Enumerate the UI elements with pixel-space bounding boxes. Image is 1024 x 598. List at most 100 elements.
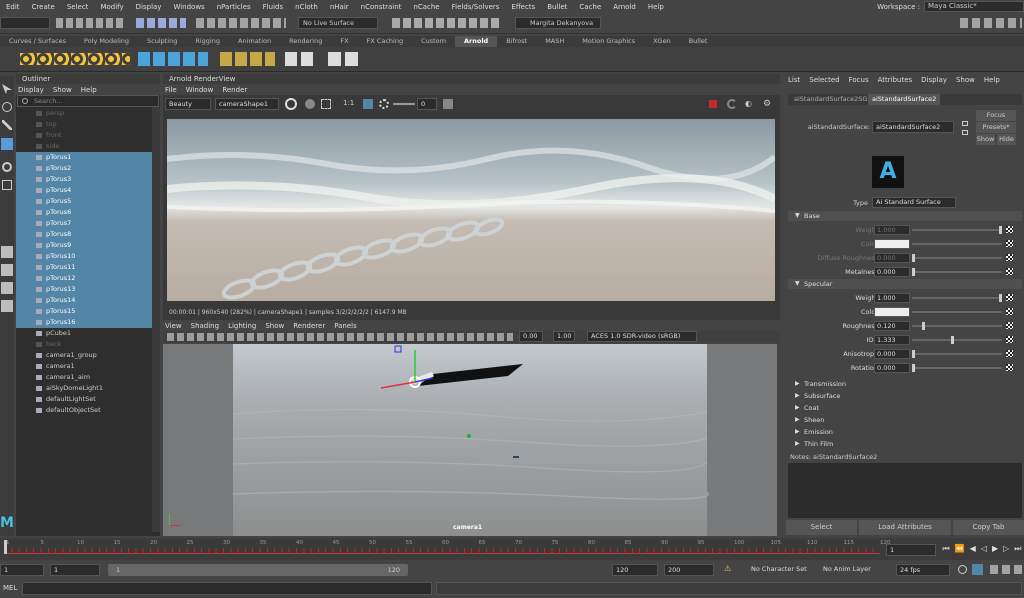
- shelf-tab[interactable]: FX Caching: [358, 36, 413, 47]
- lasso-tool-icon[interactable]: [2, 102, 12, 112]
- focus-button[interactable]: Focus: [976, 110, 1016, 121]
- slider-handle[interactable]: [912, 364, 915, 372]
- stop-render-icon[interactable]: [709, 100, 717, 108]
- outliner-item[interactable]: pTorus2: [16, 163, 152, 174]
- map-button-icon[interactable]: [1006, 336, 1013, 343]
- file-icons[interactable]: [56, 18, 126, 28]
- panel-menu-item[interactable]: Show: [265, 322, 284, 330]
- outliner-item[interactable]: defaultObjectSet: [16, 405, 152, 416]
- menu-item[interactable]: nParticles: [211, 3, 257, 11]
- menu-item[interactable]: Arnold: [607, 3, 642, 11]
- play-icon[interactable]: ▶: [992, 544, 998, 554]
- type-dropdown[interactable]: Ai Standard Surface: [872, 197, 956, 208]
- paint-tool-icon[interactable]: [2, 120, 12, 130]
- rotate-tool-icon[interactable]: [2, 162, 12, 172]
- attribute-slider[interactable]: [912, 311, 1002, 313]
- outliner-item[interactable]: camera1: [16, 361, 152, 372]
- map-button-icon[interactable]: [1006, 322, 1013, 329]
- character-set-dropdown[interactable]: No Character Set: [748, 564, 812, 576]
- panel-menu-item[interactable]: Display: [921, 76, 947, 84]
- outliner-item[interactable]: pTorus13: [16, 284, 152, 295]
- attribute-slider[interactable]: [912, 254, 1002, 262]
- shelf-tab[interactable]: Sculpting: [138, 36, 186, 47]
- outliner-item[interactable]: pCube1: [16, 328, 152, 339]
- shelf-volume-icons[interactable]: [220, 52, 275, 66]
- slider-handle[interactable]: [922, 322, 926, 330]
- attribute-slider[interactable]: [912, 226, 1002, 234]
- command-input[interactable]: [22, 582, 432, 595]
- menu-item[interactable]: Cache: [573, 3, 607, 11]
- hide-button[interactable]: Hide: [997, 134, 1016, 145]
- menu-item[interactable]: Display: [130, 3, 168, 11]
- render-region-icon[interactable]: [285, 98, 297, 110]
- anim-start-field[interactable]: 1: [50, 564, 100, 576]
- aov-dropdown[interactable]: Beauty: [165, 98, 211, 110]
- outliner-item[interactable]: pTorus15: [16, 306, 152, 317]
- section-specular[interactable]: ▼ Specular: [788, 279, 1022, 289]
- goto-start-icon[interactable]: ⏮: [943, 544, 950, 554]
- render-image[interactable]: [167, 119, 775, 301]
- step-back-key-icon[interactable]: ⏪: [955, 544, 965, 554]
- outliner-item[interactable]: pTorus5: [16, 196, 152, 207]
- map-button-icon[interactable]: [1006, 308, 1013, 315]
- swatch-icon[interactable]: [443, 99, 453, 109]
- camera-dropdown[interactable]: cameraShape1: [215, 98, 279, 110]
- viewport-view[interactable]: camera1: [163, 344, 777, 536]
- outliner-item[interactable]: pTorus8: [16, 229, 152, 240]
- slider-handle[interactable]: [999, 294, 1002, 302]
- user-account-dropdown[interactable]: Margita Dekanyova: [515, 17, 601, 29]
- outliner-item[interactable]: pTorus7: [16, 218, 152, 229]
- outliner-item[interactable]: pTorus10: [16, 251, 152, 262]
- playback-controls[interactable]: ⏮ ⏪ ◀ ◁ ▶ ▷ ⏭: [940, 544, 1024, 554]
- shelf-tab[interactable]: Rendering: [280, 36, 331, 47]
- outliner-item[interactable]: pTorus9: [16, 240, 152, 251]
- panel-menu-item[interactable]: Attributes: [878, 76, 913, 84]
- copy-tab-button[interactable]: Copy Tab: [953, 520, 1024, 535]
- slider-handle[interactable]: [999, 226, 1002, 234]
- panel-menu-item[interactable]: Panels: [334, 322, 357, 330]
- section-collapsed[interactable]: ▶ Thin Film: [788, 439, 1022, 449]
- shelf-arnold-icons[interactable]: [138, 52, 208, 66]
- select-button[interactable]: Select: [786, 520, 857, 535]
- panel-menu-item[interactable]: Render: [222, 86, 247, 94]
- outliner-item[interactable]: pTorus1: [16, 152, 152, 163]
- outliner-item[interactable]: camera1_aim: [16, 372, 152, 383]
- panel-menu-item[interactable]: Show: [956, 76, 975, 84]
- attribute-slider[interactable]: [912, 322, 1002, 330]
- move-tool-icon[interactable]: [1, 138, 13, 150]
- colorspace-dropdown[interactable]: ACES 1.0 SDR-video (sRGB): [587, 331, 697, 342]
- anim-layer-dropdown[interactable]: No Anim Layer: [820, 564, 882, 576]
- shelf-render-icons[interactable]: [328, 52, 362, 66]
- panel-menu-item[interactable]: Shading: [191, 322, 219, 330]
- attribute-field[interactable]: 0.120: [874, 321, 910, 331]
- viewport-value-2[interactable]: 1.00: [553, 331, 575, 342]
- attribute-slider[interactable]: [912, 336, 1002, 344]
- outliner-item[interactable]: front: [16, 130, 152, 141]
- outliner-item[interactable]: aiSkyDomeLight1: [16, 383, 152, 394]
- panel-menu-item[interactable]: Help: [984, 76, 1000, 84]
- outliner-item[interactable]: pTorus6: [16, 207, 152, 218]
- map-button-icon[interactable]: [1006, 364, 1013, 371]
- slider-handle[interactable]: [912, 350, 915, 358]
- select-tool-icon[interactable]: [2, 84, 12, 94]
- panel-menu-item[interactable]: Selected: [809, 76, 839, 84]
- layout-icons[interactable]: [1, 246, 13, 316]
- outliner-item[interactable]: pTorus3: [16, 174, 152, 185]
- attribute-slider[interactable]: [912, 364, 1002, 372]
- outliner-item[interactable]: back: [16, 339, 152, 350]
- menu-item[interactable]: Windows: [167, 3, 210, 11]
- panel-menu-item[interactable]: View: [165, 322, 182, 330]
- color-swatch[interactable]: [874, 307, 910, 317]
- ratio-label[interactable]: 1:1: [343, 99, 354, 107]
- slider-handle[interactable]: [950, 336, 954, 344]
- panel-toggle-icons[interactable]: [960, 18, 1022, 28]
- menu-item[interactable]: Fluids: [257, 3, 289, 11]
- section-collapsed[interactable]: ▶ Coat: [788, 403, 1022, 413]
- outliner-item[interactable]: defaultLightSet: [16, 394, 152, 405]
- goto-output-icon[interactable]: [962, 130, 968, 135]
- end-frame-field[interactable]: 120: [612, 564, 658, 576]
- shelf-tab[interactable]: Curves / Surfaces: [0, 36, 75, 47]
- crop-icon[interactable]: [321, 99, 331, 109]
- node-name-field[interactable]: aiStandardSurface2: [872, 121, 954, 133]
- shelf-flush-icon[interactable]: [285, 52, 315, 66]
